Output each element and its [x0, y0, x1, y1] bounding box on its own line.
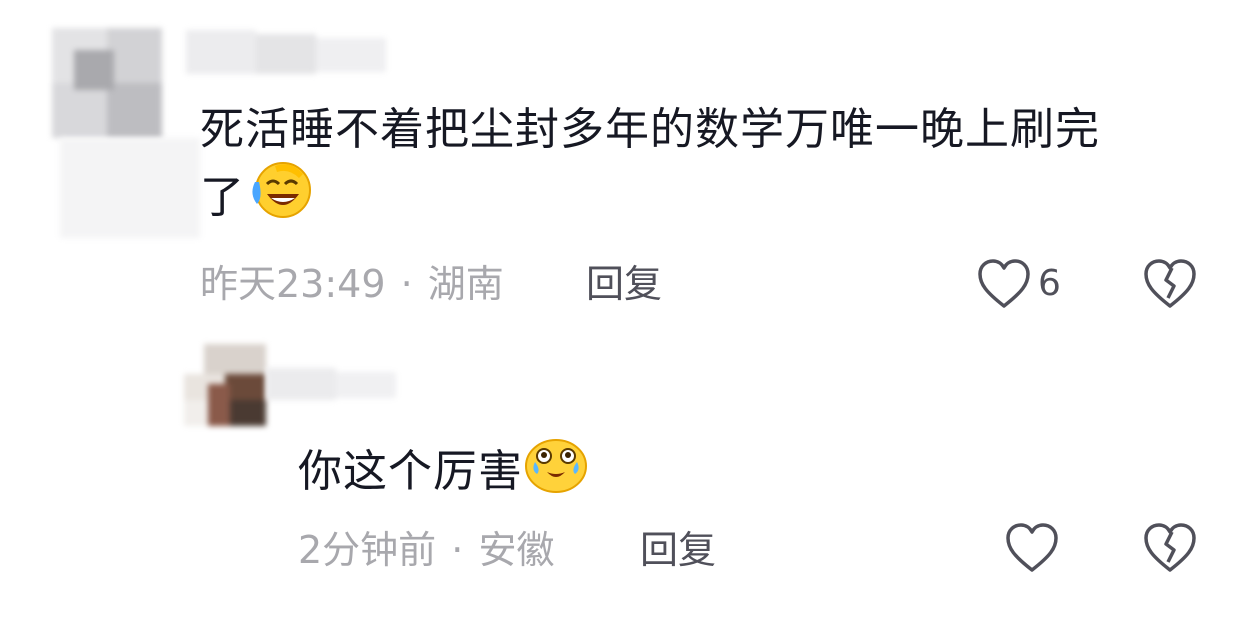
reply-username[interactable] [266, 368, 396, 400]
laugh-cry-emoji [245, 160, 315, 236]
reply-comment-item: 你这个厉害 2分钟前 · 安徽 回复 [0, 330, 1260, 630]
meta-separator: · [400, 262, 413, 306]
reply-text: 你这个厉害 [298, 434, 589, 510]
heart-icon [1006, 523, 1058, 572]
comment-meta: 昨天23:49 · 湖南 [200, 262, 504, 306]
reply-meta: 2分钟前 · 安徽 [298, 528, 554, 572]
meta-separator: · [451, 528, 464, 572]
dislike-button[interactable] [1142, 256, 1198, 312]
reply-to-reply-button[interactable]: 回复 [640, 528, 716, 572]
reply-like-button[interactable] [1004, 520, 1060, 576]
comment-text-line2: 了 [200, 160, 1230, 236]
avatar[interactable] [52, 28, 162, 138]
reply-location: 安徽 [478, 528, 555, 572]
broken-heart-icon [1144, 523, 1196, 572]
reply-time: 2分钟前 [298, 528, 437, 572]
broken-heart-icon [1144, 259, 1196, 308]
comment-text-line1: 死活睡不着把尘封多年的数学万唯一晚上刷完 [200, 104, 1100, 155]
heart-icon [978, 259, 1030, 308]
like-count: 6 [1038, 263, 1061, 304]
username[interactable] [186, 30, 386, 74]
comment-location: 湖南 [427, 262, 504, 306]
avatar-shadow [60, 138, 200, 238]
comment-item: 死活睡不着把尘封多年的数学万唯一晚上刷完 了 昨天23:49 · 湖南 回复 6 [0, 0, 1260, 320]
reply-avatar[interactable] [184, 344, 266, 426]
comment-text: 死活睡不着把尘封多年的数学万唯一晚上刷完 了 [200, 100, 1230, 236]
tearful-emoji [523, 434, 589, 510]
like-button[interactable]: 6 [976, 256, 1076, 312]
reply-button[interactable]: 回复 [586, 262, 662, 306]
reply-dislike-button[interactable] [1142, 520, 1198, 576]
comment-time: 昨天23:49 [200, 262, 386, 306]
